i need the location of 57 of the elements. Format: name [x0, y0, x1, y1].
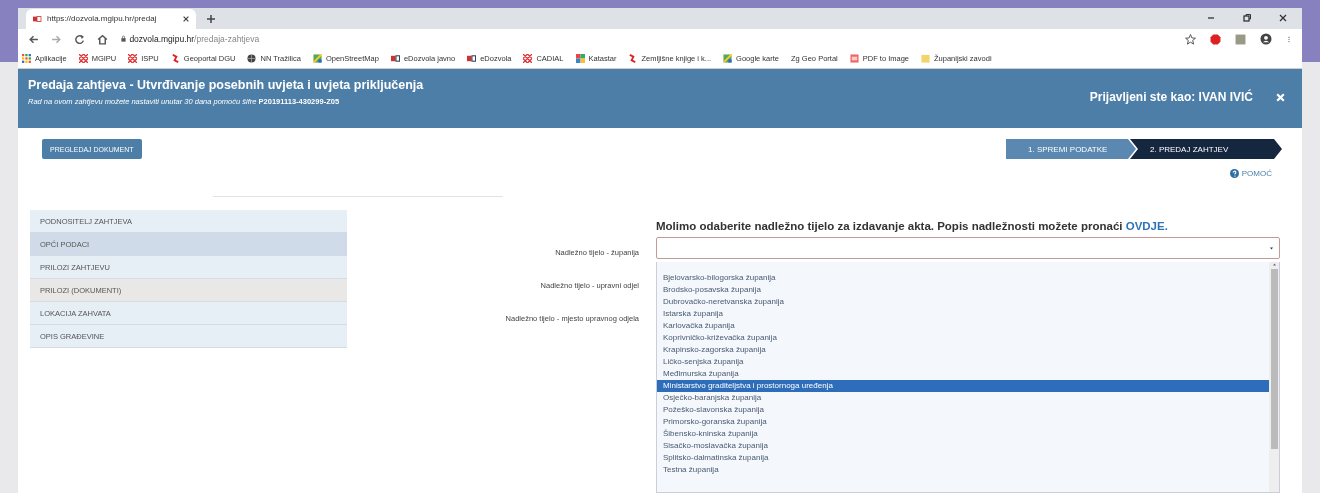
lock-icon — [120, 35, 127, 43]
dropdown-option[interactable]: Testna županija — [657, 464, 1269, 476]
scrollbar[interactable] — [1269, 262, 1279, 492]
reload-icon[interactable] — [74, 33, 85, 45]
site-icon — [32, 14, 42, 23]
lattice-icon — [78, 54, 88, 64]
browser-tab[interactable]: https://dozvola.mgipu.hr/predaj — [26, 8, 196, 29]
site-icon — [390, 54, 400, 64]
back-icon[interactable] — [28, 33, 39, 45]
new-tab-icon[interactable] — [206, 13, 216, 24]
site-icon — [467, 54, 477, 64]
help-link[interactable]: POMOĆ — [1229, 169, 1272, 178]
close-icon — [1275, 91, 1286, 103]
page-title: Predaja zahtjeva - Utvrđivanje posebnih uvjeta i uvjeta priključenja — [28, 77, 424, 92]
dropdown-option[interactable]: Požeško-slavonska županija — [657, 404, 1269, 416]
extension-icon[interactable] — [1235, 33, 1246, 45]
dropdown-option[interactable]: Ličko-senjska županija — [657, 356, 1269, 368]
dropdown-option[interactable]: Krapinsko-zagorska županija — [657, 344, 1269, 356]
dropdown-option[interactable]: Koprivničko-križevačka županija — [657, 332, 1269, 344]
up-arrow-icon — [1271, 262, 1277, 267]
restore-icon[interactable] — [1242, 13, 1252, 24]
dropdown-option[interactable]: Brodsko-posavska županija — [657, 284, 1269, 296]
step-tab[interactable]: 2. PREDAJ ZAHTJEV — [1130, 139, 1282, 159]
dropdown-icon — [1269, 245, 1274, 251]
home-icon[interactable] — [97, 33, 108, 45]
close-icon[interactable] — [1278, 13, 1288, 24]
dropdown-option[interactable]: Istarska županija — [657, 308, 1269, 320]
folder-icon — [921, 54, 930, 64]
dropdown-option[interactable]: Ministarstvo graditeljstva i prostornoga uređenja — [657, 380, 1269, 392]
map-icon — [723, 54, 733, 64]
dropdown-option[interactable]: Bjelovarsko-bilogorska županija — [657, 272, 1269, 284]
globe-icon — [247, 54, 257, 64]
dropdown-option[interactable]: Dubrovačko-neretvanska županija — [657, 296, 1269, 308]
lattice-icon — [523, 54, 533, 64]
close-icon[interactable] — [182, 14, 190, 23]
dropdown-option[interactable]: Karlovačka županija — [657, 320, 1269, 332]
address-field[interactable]: dozvola.mgipu.hr/predaja-zahtjeva — [120, 34, 260, 45]
stop-sign-icon[interactable] — [1210, 33, 1221, 45]
star-icon[interactable] — [1185, 33, 1196, 45]
apps-grid-icon — [22, 54, 31, 64]
tab-title: https://dozvola.mgipu.hr/predaj — [47, 14, 158, 24]
map-icon — [312, 54, 322, 64]
instruction-text: Molimo odaberite nadležno tijelo za izdavanje akta. Popis nadležnosti možete pronaći OVDJE. — [656, 220, 1169, 232]
account-icon[interactable] — [1260, 33, 1272, 46]
lattice-icon — [128, 54, 138, 64]
dropdown-option[interactable]: Sisačko-moslavačka županija — [657, 440, 1269, 452]
link[interactable]: OVDJE. — [1125, 220, 1168, 232]
help-icon — [1229, 169, 1239, 178]
dropdown-option[interactable]: Šibensko-kninska županija — [657, 428, 1269, 440]
step-tab[interactable]: 1. SPREMI PODATKE — [1006, 139, 1136, 159]
tiles-icon — [575, 54, 585, 64]
dropdown-option[interactable]: Primorsko-goranska županija — [657, 416, 1269, 428]
dropdown-option[interactable]: Splitsko-dalmatinska županija — [657, 452, 1269, 464]
user-label: Prijavljeni ste kao: IVAN IVIĆ — [1089, 89, 1253, 104]
dropdown-option[interactable]: Međimurska županija — [657, 368, 1269, 380]
dropdown-option[interactable]: Osječko-baranjska županija — [657, 392, 1269, 404]
document-icon — [849, 54, 859, 64]
